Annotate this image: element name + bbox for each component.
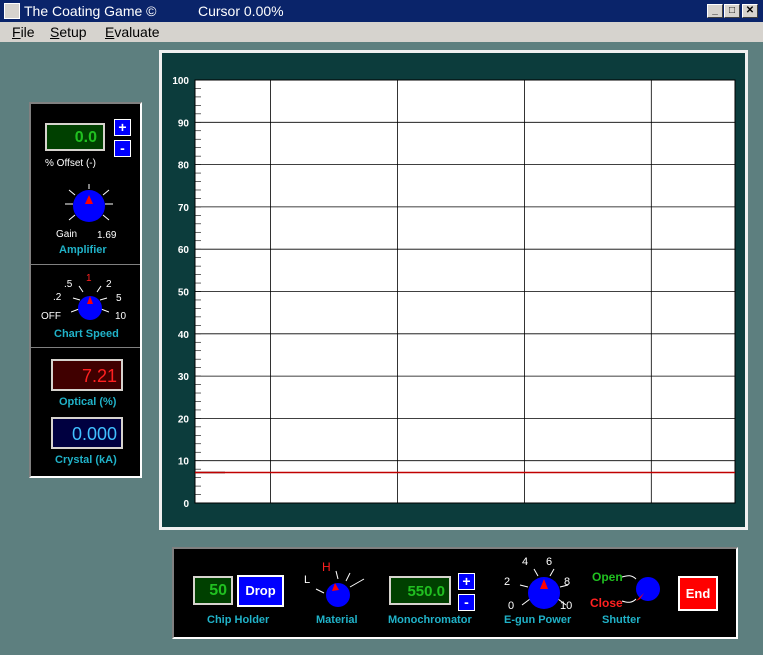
speed-10-label: 10 xyxy=(115,311,127,322)
menu-evaluate[interactable]: Evaluate xyxy=(105,24,160,40)
y-tick-label: 100 xyxy=(172,76,189,87)
speed-off-label: OFF xyxy=(41,311,61,322)
speed-2-label: 2 xyxy=(106,279,112,290)
divider xyxy=(31,264,140,265)
offset-display: 0.0 xyxy=(45,123,105,151)
y-tick-label: 30 xyxy=(178,372,190,383)
y-tick-label: 20 xyxy=(178,414,190,425)
material-label: Material xyxy=(316,614,358,626)
mono-plus-button[interactable]: + xyxy=(458,573,475,590)
offset-minus-button[interactable]: - xyxy=(114,140,131,157)
shutter-close-label: Close xyxy=(590,596,623,610)
monochromator-display: 550.0 xyxy=(389,576,451,605)
left-control-panel: 0.0 + - % Offset (-) Gain 1.69 Amplifier… xyxy=(29,102,142,478)
speed-p5-label: .5 xyxy=(64,279,73,290)
egun-0-label: 0 xyxy=(508,600,515,612)
offset-label: % Offset (-) xyxy=(45,158,96,169)
y-tick-label: 70 xyxy=(178,203,190,214)
material-knob[interactable] xyxy=(314,569,366,609)
y-tick-label: 50 xyxy=(178,288,190,299)
shutter-switch[interactable] xyxy=(620,571,666,611)
egun-6-label: 6 xyxy=(546,556,553,568)
optical-display: 7.21 xyxy=(51,359,123,391)
close-button[interactable]: ✕ xyxy=(742,4,758,18)
chip-holder-label: Chip Holder xyxy=(207,614,270,626)
speed-p2-label: .2 xyxy=(53,292,62,303)
title-bar: The Coating Game © Cursor 0.00% _ □ ✕ xyxy=(0,0,763,22)
egun-10-label: 10 xyxy=(560,600,573,612)
y-tick-label: 80 xyxy=(178,161,190,172)
y-tick-label: 40 xyxy=(178,330,190,341)
amplifier-label: Amplifier xyxy=(59,244,107,256)
chart-speed-label: Chart Speed xyxy=(54,328,119,340)
maximize-button[interactable]: □ xyxy=(724,4,740,18)
drop-button[interactable]: Drop xyxy=(237,575,284,607)
strip-chart[interactable]: 0 10 20 30 40 50 60 70 80 90 100 xyxy=(162,53,745,527)
monochromator-label: Monochromator xyxy=(388,614,472,626)
chart-speed-knob[interactable] xyxy=(71,282,109,322)
chip-holder-display: 50 xyxy=(193,576,233,605)
speed-1-label: 1 xyxy=(86,273,92,284)
egun-8-label: 8 xyxy=(564,576,571,588)
mono-minus-button[interactable]: - xyxy=(458,594,475,611)
egun-2-label: 2 xyxy=(504,576,511,588)
egun-4-label: 4 xyxy=(522,556,529,568)
app-icon[interactable] xyxy=(4,3,20,19)
gain-value: 1.69 xyxy=(97,230,117,241)
egun-power-label: E-gun Power xyxy=(504,614,572,626)
cursor-readout: Cursor 0.00% xyxy=(198,3,284,19)
menu-bar: File Setup Evaluate xyxy=(0,22,763,42)
optical-label: Optical (%) xyxy=(59,396,117,408)
gain-label: Gain xyxy=(56,229,78,240)
minimize-button[interactable]: _ xyxy=(707,4,723,18)
shutter-label: Shutter xyxy=(602,614,641,626)
material-low-label: L xyxy=(304,574,311,586)
divider xyxy=(31,347,140,348)
chart-frame: 0 10 20 30 40 50 60 70 80 90 100 xyxy=(159,50,748,530)
offset-plus-button[interactable]: + xyxy=(114,119,131,136)
menu-file[interactable]: File xyxy=(12,24,35,40)
gain-knob[interactable] xyxy=(61,182,117,232)
y-tick-label: 0 xyxy=(183,499,189,510)
crystal-label: Crystal (kA) xyxy=(55,454,117,466)
shutter-open-label: Open xyxy=(592,570,623,584)
window-title: The Coating Game © xyxy=(24,3,157,19)
menu-setup[interactable]: Setup xyxy=(50,24,87,40)
material-high-label: H xyxy=(322,560,331,574)
crystal-display: 0.000 xyxy=(51,417,123,449)
bottom-control-panel: 50 Drop Chip Holder L H Material 550.0 +… xyxy=(172,547,738,639)
y-tick-label: 10 xyxy=(178,457,190,468)
y-tick-label: 90 xyxy=(178,118,190,129)
end-button[interactable]: End xyxy=(678,576,718,611)
speed-5-label: 5 xyxy=(116,293,122,304)
y-tick-label: 60 xyxy=(178,245,190,256)
